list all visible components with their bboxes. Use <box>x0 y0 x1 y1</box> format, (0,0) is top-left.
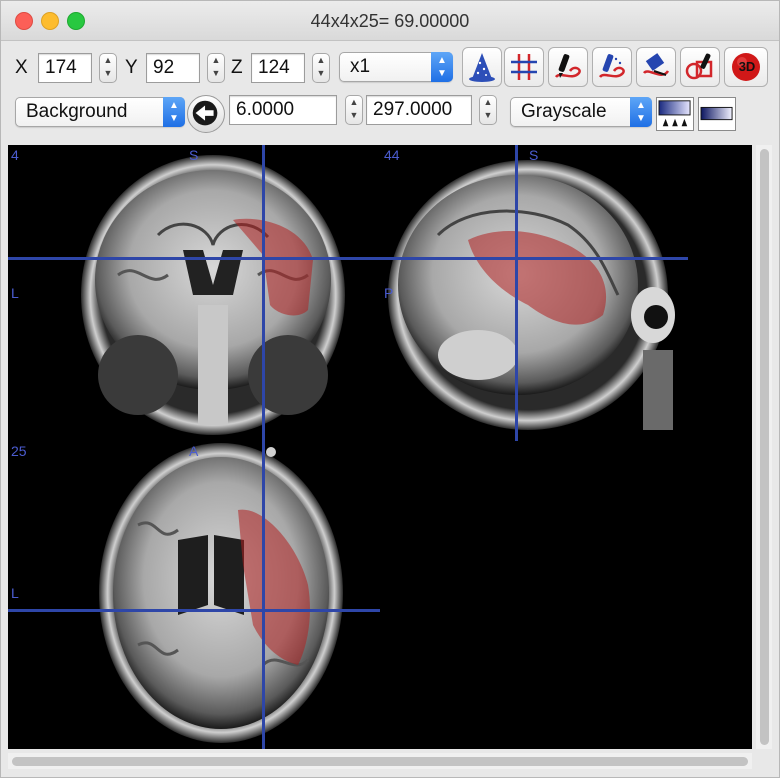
display-toolbar: Background ▲ ▼ 6.0000 ▲ ▼ 297.0000 ▲ ▼ Gray… <box>1 93 779 133</box>
slice-canvas[interactable] <box>8 145 752 749</box>
sagittal-top-label: S <box>529 147 539 163</box>
coordinate-toolbar: X 174 ▲ ▼ Y 92 ▲ ▼ Z 124 ▲ ▼ x1 ▲ ▼ 3D <box>1 45 779 91</box>
histogram-icon <box>658 100 691 127</box>
axial-view[interactable] <box>99 443 343 743</box>
image-viewer[interactable]: 4 S L 44 S P 25 A L <box>8 145 752 749</box>
back-arrow-button[interactable] <box>187 95 225 133</box>
chevron-updown-icon: ▲ ▼ <box>163 97 185 127</box>
horizontal-scroll-thumb[interactable] <box>12 757 748 766</box>
layer-select-value: Background <box>26 101 128 122</box>
vertical-scrollbar[interactable] <box>756 145 772 749</box>
axial-top-label: A <box>189 443 199 459</box>
grid-icon <box>511 54 537 80</box>
app-window: 44x4x25= 69.00000 X 174 ▲ ▼ Y 92 ▲ ▼ Z 124… <box>0 0 780 778</box>
window-max-stepper[interactable]: ▲ ▼ <box>479 95 497 125</box>
crosshair-grid-button[interactable] <box>504 47 544 87</box>
sagittal-slice-number: 44 <box>384 147 400 163</box>
window-max-input[interactable]: 297.0000 <box>366 95 472 125</box>
colorbar-icon <box>700 106 733 121</box>
colormap-select[interactable]: Grayscale ▲ ▼ <box>510 97 652 127</box>
crosshair-vertical-sagittal[interactable] <box>515 145 518 441</box>
sagittal-eye <box>644 305 668 329</box>
coronal-top-label: S <box>189 147 199 163</box>
wizard-hat-icon <box>469 53 495 82</box>
window-title: 44x4x25= 69.00000 <box>310 11 470 31</box>
zoom-select[interactable]: x1 ▲ ▼ <box>339 52 453 82</box>
pen-erase-icon <box>598 54 625 78</box>
x-coordinate-stepper[interactable]: ▲ ▼ <box>99 53 117 83</box>
y-label: Y <box>125 57 138 78</box>
wizard-hat-button[interactable] <box>462 47 502 87</box>
vertical-scroll-thumb[interactable] <box>760 149 769 745</box>
axial-left-label: L <box>11 585 19 601</box>
sagittal-view[interactable] <box>388 160 675 430</box>
histogram-button[interactable] <box>656 97 694 131</box>
render-3d-button[interactable]: 3D <box>724 47 768 87</box>
x-coordinate-input[interactable]: 174 <box>38 53 92 83</box>
overlay-pen-icon <box>685 53 713 80</box>
x-label: X <box>15 57 28 78</box>
window-min-stepper[interactable]: ▲ ▼ <box>345 95 363 125</box>
coronal-slice-number: 4 <box>11 147 19 163</box>
crosshair-horizontal-axial[interactable] <box>8 609 380 612</box>
coronal-left-label: L <box>11 285 19 301</box>
sagittal-cerebellum <box>438 330 518 380</box>
window-min-input[interactable]: 6.0000 <box>229 95 337 125</box>
y-coordinate-input[interactable]: 92 <box>146 53 200 83</box>
overlay-pen-button[interactable] <box>680 47 720 87</box>
fill-bucket-button[interactable] <box>636 47 676 87</box>
horizontal-scrollbar[interactable] <box>8 753 752 769</box>
erase-pen-button[interactable] <box>592 47 632 87</box>
3d-label: 3D <box>738 59 756 74</box>
fill-bucket-icon <box>642 53 670 76</box>
axial-right-ventricle <box>214 535 244 615</box>
chevron-updown-icon: ▲ ▼ <box>431 52 453 82</box>
colormap-select-value: Grayscale <box>521 101 607 122</box>
draw-pen-button[interactable] <box>548 47 588 87</box>
chevron-updown-icon: ▲ ▼ <box>630 97 652 127</box>
axial-left-ventricle <box>178 535 208 615</box>
pen-draw-icon <box>554 54 581 78</box>
z-label: Z <box>231 57 243 78</box>
z-coordinate-input[interactable]: 124 <box>251 53 305 83</box>
crosshair-vertical-left[interactable] <box>262 145 265 749</box>
z-coordinate-stepper[interactable]: ▲ ▼ <box>312 53 330 83</box>
coronal-brainstem <box>198 305 228 425</box>
colorbar-button[interactable] <box>698 97 736 131</box>
arrow-left-icon <box>192 100 218 126</box>
layer-select[interactable]: Background ▲ ▼ <box>15 97 185 127</box>
title-bar: 44x4x25= 69.00000 <box>1 1 779 41</box>
coronal-view[interactable] <box>81 155 345 435</box>
sagittal-left-label: P <box>384 285 394 301</box>
axial-slice-number: 25 <box>11 443 27 459</box>
crosshair-horizontal-top[interactable] <box>8 257 688 260</box>
zoom-select-value: x1 <box>350 56 371 77</box>
y-coordinate-stepper[interactable]: ▲ ▼ <box>207 53 225 83</box>
